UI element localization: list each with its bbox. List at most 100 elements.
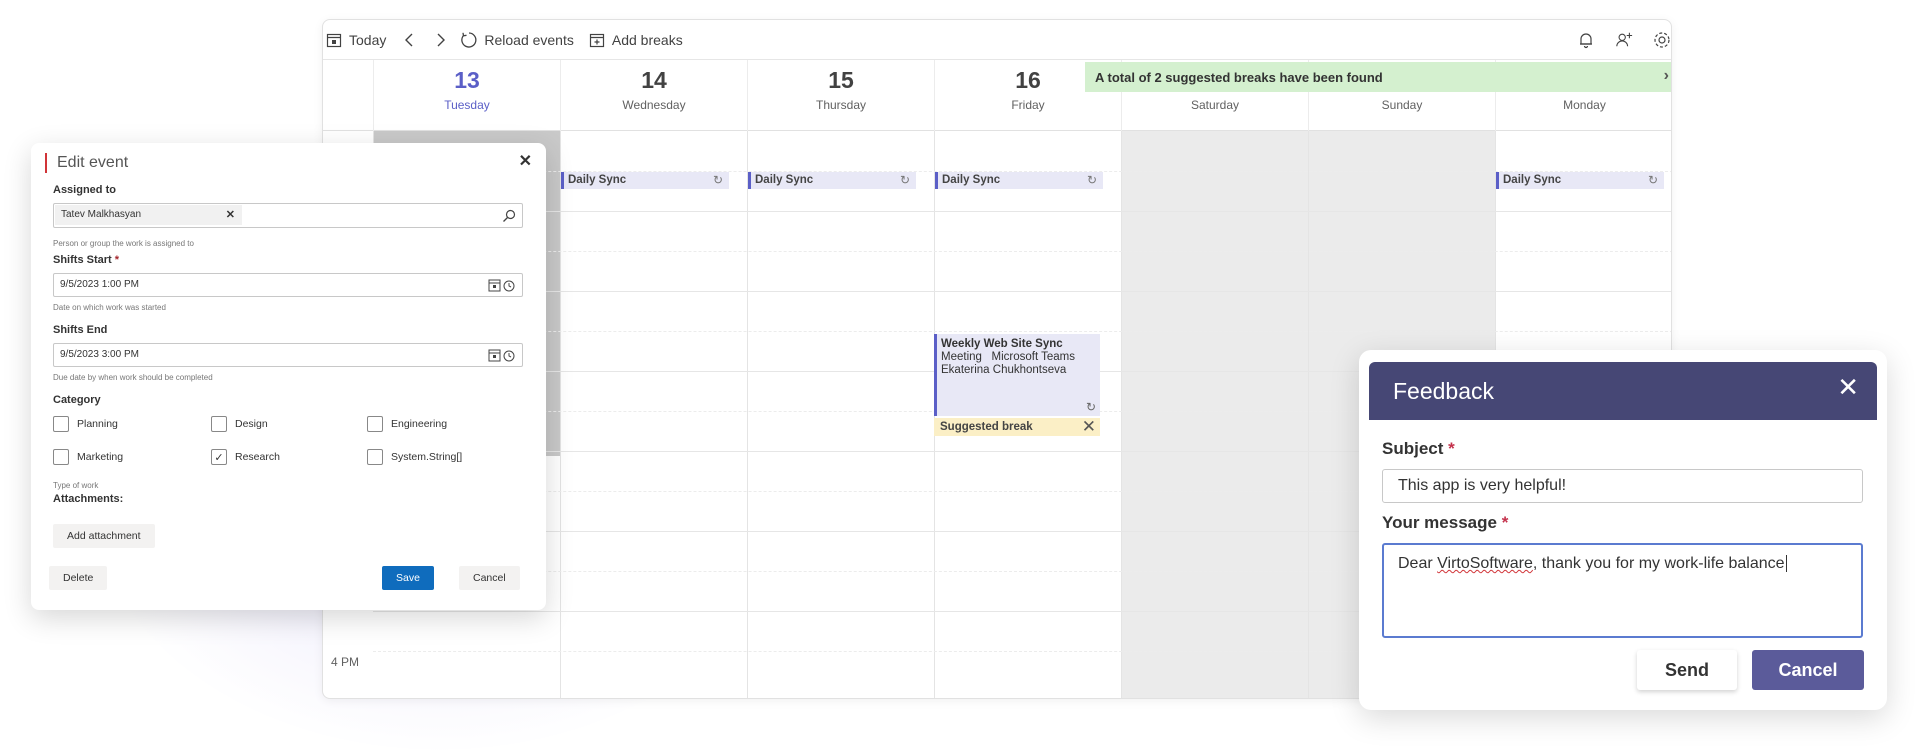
day-column-wednesday[interactable]: [560, 131, 747, 698]
day-header-thursday[interactable]: 15 Thursday: [747, 60, 934, 131]
shifts-start-label: Shifts Start *: [53, 254, 119, 266]
sync-icon: ↻: [899, 173, 910, 187]
category-research[interactable]: ✓ Research: [211, 449, 280, 465]
assigned-hint: Person or group the work is assigned to: [53, 239, 194, 248]
misspelled-word: VirtoSoftware: [1437, 555, 1533, 572]
day-name: Friday: [1011, 98, 1045, 112]
remove-icon[interactable]: ✕: [226, 205, 235, 225]
event-title: Daily Sync: [755, 174, 814, 186]
checkbox-label: Marketing: [77, 451, 124, 463]
checkbox[interactable]: [367, 416, 383, 432]
required-marker: *: [1448, 439, 1455, 458]
grid-line: [373, 211, 1671, 212]
day-header-wednesday[interactable]: 14 Wednesday: [560, 60, 747, 131]
checkbox-label: Planning: [77, 418, 118, 430]
category-label: Category: [53, 394, 101, 406]
checkbox[interactable]: [53, 416, 69, 432]
add-breaks-label: Add breaks: [611, 31, 683, 48]
message-label: Your message *: [1382, 513, 1508, 533]
send-button[interactable]: Send: [1637, 650, 1737, 690]
close-icon[interactable]: ✕: [1837, 372, 1859, 403]
settings-icon[interactable]: [1653, 31, 1671, 49]
event-daily-sync-mon[interactable]: Daily Sync ↻: [1496, 172, 1664, 189]
reload-events-button[interactable]: Reload events: [460, 31, 574, 49]
subject-input[interactable]: This app is very helpful!: [1382, 469, 1863, 503]
category-system-string[interactable]: System.String[]: [367, 449, 462, 465]
subject-label-text: Subject: [1382, 439, 1444, 458]
chevron-left-icon[interactable]: [400, 31, 418, 49]
shifts-end-label: Shifts End: [53, 324, 108, 336]
event-daily-sync-wed[interactable]: Daily Sync ↻: [561, 172, 729, 189]
sync-icon: ↻: [1085, 400, 1096, 414]
dialog-title: Edit event: [45, 153, 128, 173]
suggested-breaks-banner: A total of 2 suggested breaks have been …: [1085, 62, 1671, 92]
grid-line: [373, 291, 1671, 292]
edit-event-dialog: Edit event ✕ Assigned to Tatev Malkhasya…: [31, 143, 546, 610]
checkbox-checked[interactable]: ✓: [211, 449, 227, 465]
event-detail: Meeting Microsoft Teams: [941, 351, 1076, 363]
event-daily-sync-thu[interactable]: Daily Sync ↻: [748, 172, 916, 189]
checkbox[interactable]: [53, 449, 69, 465]
delete-button[interactable]: Delete: [49, 566, 108, 590]
day-column-saturday[interactable]: [1121, 131, 1308, 698]
event-title: Daily Sync: [942, 174, 1001, 186]
day-number: 15: [828, 67, 854, 93]
shifts-start-text: Shifts Start: [53, 254, 112, 266]
message-text: Dear: [1398, 555, 1438, 572]
today-button[interactable]: Today: [325, 31, 386, 49]
event-organizer: Ekaterina Chukhontseva: [941, 364, 1067, 376]
category-engineering[interactable]: Engineering: [367, 416, 447, 432]
subject-label: Subject *: [1382, 439, 1455, 459]
checkbox-label: Research: [235, 451, 280, 463]
add-attachment-button[interactable]: Add attachment: [53, 524, 155, 548]
checkbox[interactable]: [367, 449, 383, 465]
shifts-start-hint: Date on which work was started: [53, 303, 166, 312]
category-design[interactable]: Design: [211, 416, 268, 432]
suggested-break-event[interactable]: Suggested break ✕: [934, 418, 1100, 436]
save-button[interactable]: Save: [382, 566, 434, 590]
chevron-right-icon[interactable]: ›: [1664, 67, 1669, 85]
day-column-thursday[interactable]: [747, 131, 934, 698]
event-title: Daily Sync: [1503, 174, 1562, 186]
feedback-cancel-button[interactable]: Cancel: [1752, 650, 1864, 690]
category-marketing[interactable]: Marketing: [53, 449, 123, 465]
shifts-start-field[interactable]: 9/5/2023 1:00 PM: [53, 273, 523, 297]
today-label: Today: [349, 31, 387, 48]
feedback-dialog: Feedback ✕ Subject * This app is very he…: [1359, 350, 1887, 710]
event-daily-sync-fri[interactable]: Daily Sync ↻: [935, 172, 1103, 189]
shifts-end-value: 9/5/2023 3:00 PM: [60, 349, 139, 360]
people-icon[interactable]: [1615, 31, 1633, 49]
day-name: Monday: [1563, 98, 1606, 112]
search-icon[interactable]: [502, 204, 516, 230]
screen: Today Reload events Add breaks 13 Tuesda…: [0, 0, 1920, 755]
checkbox-label: System.String[]: [391, 451, 463, 463]
day-header-tuesday[interactable]: 13 Tuesday: [373, 60, 560, 131]
chevron-right-icon[interactable]: [432, 31, 450, 49]
day-name: Wednesday: [622, 98, 686, 112]
close-icon[interactable]: ✕: [519, 151, 532, 171]
datetime-picker-icon[interactable]: [488, 274, 516, 300]
category-planning[interactable]: Planning: [53, 416, 118, 432]
message-textarea[interactable]: Dear VirtoSoftware, thank you for my wor…: [1382, 543, 1863, 638]
day-name: Sunday: [1381, 98, 1423, 112]
cancel-button[interactable]: Cancel: [459, 566, 520, 590]
event-weekly-web-site-sync[interactable]: Weekly Web Site Sync Meeting Microsoft T…: [934, 334, 1100, 416]
day-name: Thursday: [815, 98, 867, 112]
time-label-4pm: 4 PM: [331, 655, 360, 669]
close-icon[interactable]: ✕: [1082, 418, 1096, 436]
break-label: Suggested break: [940, 421, 1033, 433]
toolbar-right-icons: [1577, 20, 1671, 60]
day-number: 14: [641, 67, 667, 93]
bell-icon[interactable]: [1577, 31, 1595, 49]
grid-line: [373, 331, 1671, 332]
shifts-end-field[interactable]: 9/5/2023 3:00 PM: [53, 343, 523, 367]
day-name: Saturday: [1190, 98, 1240, 112]
message-text: , thank you for my work-life balance: [1532, 555, 1785, 572]
add-breaks-button[interactable]: Add breaks: [588, 31, 683, 49]
checkbox[interactable]: [211, 416, 227, 432]
required-marker: *: [114, 254, 120, 266]
grid-line: [373, 251, 1671, 252]
datetime-picker-icon[interactable]: [488, 344, 516, 370]
reload-events-label: Reload events: [484, 31, 574, 48]
assigned-to-field[interactable]: Tatev Malkhasyan ✕: [53, 203, 523, 228]
